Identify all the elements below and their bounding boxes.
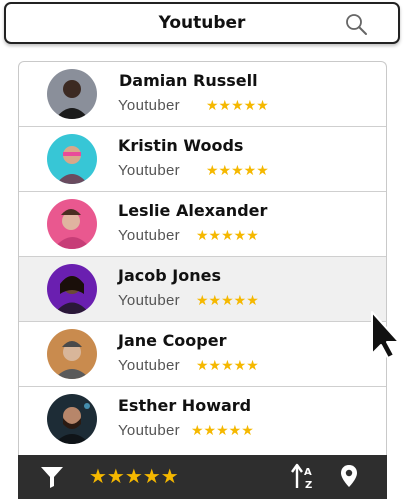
avatar — [47, 329, 97, 379]
rating-stars: ★★★★★ — [206, 162, 269, 178]
person-name: Damian Russell — [119, 71, 258, 90]
search-icon[interactable] — [344, 12, 368, 36]
list-item[interactable]: Jane Cooper Youtuber ★★★★★ — [19, 322, 386, 387]
person-name: Kristin Woods — [118, 136, 244, 155]
sort-alpha-icon[interactable]: A Z — [291, 463, 317, 491]
person-role: Youtuber — [118, 97, 180, 114]
svg-text:A: A — [304, 467, 312, 478]
results-list: Damian Russell Youtuber ★★★★★ Kristin Wo… — [18, 61, 387, 455]
rating-stars: ★★★★★ — [206, 97, 269, 113]
rating-stars: ★★★★★ — [196, 227, 259, 243]
person-role: Youtuber — [118, 227, 180, 244]
avatar — [47, 394, 97, 444]
list-item[interactable]: Leslie Alexander Youtuber ★★★★★ — [19, 192, 386, 257]
person-role: Youtuber — [118, 162, 180, 179]
filter-icon[interactable] — [40, 465, 64, 489]
list-item-selected[interactable]: Jacob Jones Youtuber ★★★★★ — [19, 257, 386, 322]
location-pin-icon[interactable] — [340, 464, 358, 488]
person-name: Esther Howard — [118, 396, 252, 415]
list-item[interactable]: Esther Howard Youtuber ★★★★★ — [19, 387, 386, 452]
list-item[interactable]: Damian Russell Youtuber ★★★★★ — [19, 62, 386, 127]
person-role: Youtuber — [118, 422, 180, 439]
person-name: Leslie Alexander — [118, 201, 268, 220]
mouse-cursor-icon — [371, 311, 400, 359]
rating-stars: ★★★★★ — [191, 422, 254, 438]
search-input[interactable]: Youtuber — [6, 13, 398, 33]
person-role: Youtuber — [118, 357, 180, 374]
avatar — [47, 264, 97, 314]
avatar — [47, 69, 97, 119]
list-item[interactable]: Kristin Woods Youtuber ★★★★★ — [19, 127, 386, 192]
person-name: Jacob Jones — [118, 266, 221, 285]
rating-filter-stars[interactable]: ★★★★★ — [89, 464, 179, 489]
rating-stars: ★★★★★ — [196, 357, 259, 373]
avatar — [47, 199, 97, 249]
search-bar[interactable]: Youtuber — [4, 2, 400, 44]
rating-stars: ★★★★★ — [196, 292, 259, 308]
person-name: Jane Cooper — [118, 331, 227, 350]
filter-bar: ★★★★★ A Z — [18, 455, 387, 499]
svg-text:Z: Z — [305, 480, 312, 491]
avatar — [47, 134, 97, 184]
person-role: Youtuber — [118, 292, 180, 309]
